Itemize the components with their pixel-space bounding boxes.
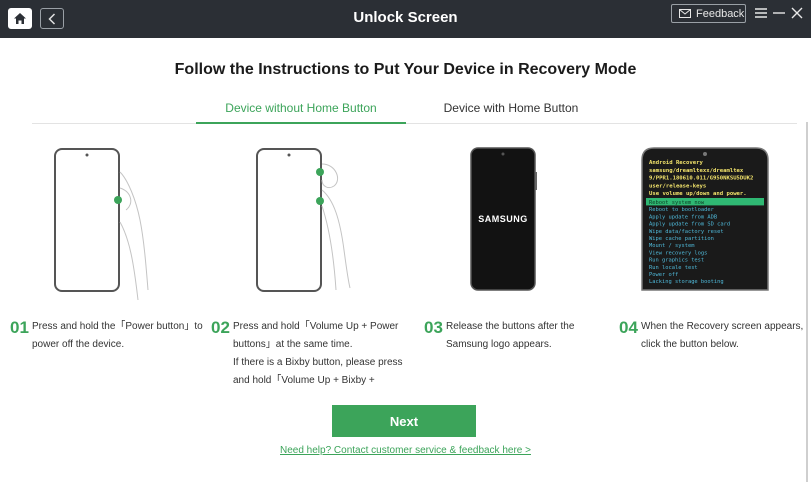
step-1-phone-illustration <box>54 148 149 301</box>
title-bar: Unlock Screen Feedback <box>0 0 811 38</box>
step-4-text: When the Recovery screen appears, click … <box>641 318 803 354</box>
menu-icon[interactable] <box>754 6 768 20</box>
recovery-header-line: user/release-keys <box>649 183 706 189</box>
step-4-line: click the button below. <box>641 339 739 350</box>
step-3-number: 03 <box>424 318 443 337</box>
recovery-header-line: Use volume up/down and power. <box>649 191 747 197</box>
recovery-menu-item: Lacking storage booting <box>649 279 724 285</box>
recovery-menu-item: Wipe cache partition <box>649 236 714 242</box>
step-1-line: power off the device. <box>32 339 125 350</box>
step-3-line: Release the buttons after the <box>446 321 575 332</box>
recovery-menu-item: Reboot to bootloader <box>649 207 715 213</box>
step-4-line: When the Recovery screen appears, <box>641 321 804 332</box>
tab-device-with-home-button[interactable]: Device with Home Button <box>406 101 616 115</box>
feedback-button[interactable]: Feedback <box>671 4 746 23</box>
samsung-logo: SAMSUNG <box>478 214 528 224</box>
step-3-phone-illustration: SAMSUNG <box>470 147 537 291</box>
next-button[interactable]: Next <box>332 405 476 437</box>
recovery-menu-item: Apply update from ADB <box>649 214 717 220</box>
recovery-header-line: Android Recovery <box>649 160 704 166</box>
help-link[interactable]: Need help? Contact customer service & fe… <box>0 445 811 456</box>
step-2-line: and hold「Volume Up + Bixby + <box>233 375 375 386</box>
step-4-number: 04 <box>619 318 638 337</box>
recovery-menu-item: Run locale test <box>649 265 698 271</box>
recovery-menu-item: Apply update from SD card <box>649 222 730 228</box>
recovery-menu-item: Run graphics test <box>649 258 704 264</box>
step-2-line: Press and hold「Volume Up + Power <box>233 321 399 332</box>
step-2-line: buttons」at the same time. <box>233 339 353 350</box>
close-icon[interactable] <box>790 6 804 20</box>
step-4-recovery-illustration: Android Recovery samsung/dreamltexx/dream… <box>641 147 769 291</box>
recovery-menu-item: Mount / system <box>649 243 694 249</box>
scrollbar[interactable] <box>806 122 808 482</box>
recovery-header-line: 9/PPR1.180610.011/G950NKSU5DUK2 <box>649 176 753 182</box>
step-3-line: Samsung logo appears. <box>446 339 552 350</box>
recovery-menu-item: Reboot system now <box>649 200 705 206</box>
step-1-line: Press and hold the「Power button」to <box>32 321 203 332</box>
recovery-header-line: samsung/dreamltexx/dreamltex <box>649 168 744 174</box>
step-2-text: Press and hold「Volume Up + Power buttons… <box>233 318 403 390</box>
tab-divider <box>32 123 797 124</box>
page-title: Follow the Instructions to Put Your Devi… <box>174 61 637 78</box>
tab-device-without-home-button[interactable]: Device without Home Button <box>196 101 406 115</box>
minimize-icon[interactable] <box>772 6 786 20</box>
step-2-number: 02 <box>211 318 230 337</box>
recovery-menu-item: Wipe data/factory reset <box>649 229 724 235</box>
step-2-line: If there is a Bixby button, please press <box>233 357 403 368</box>
active-tab-indicator <box>196 122 406 124</box>
step-1-text: Press and hold the「Power button」to power… <box>32 318 203 354</box>
mail-icon <box>679 9 691 18</box>
step-3-text: Release the buttons after the Samsung lo… <box>446 318 574 354</box>
recovery-menu-item: Power off <box>649 272 678 278</box>
recovery-menu-item: View recovery logs <box>649 250 707 256</box>
step-1-number: 01 <box>10 318 29 337</box>
feedback-label: Feedback <box>696 7 745 20</box>
step-2-phone-illustration <box>256 148 351 292</box>
